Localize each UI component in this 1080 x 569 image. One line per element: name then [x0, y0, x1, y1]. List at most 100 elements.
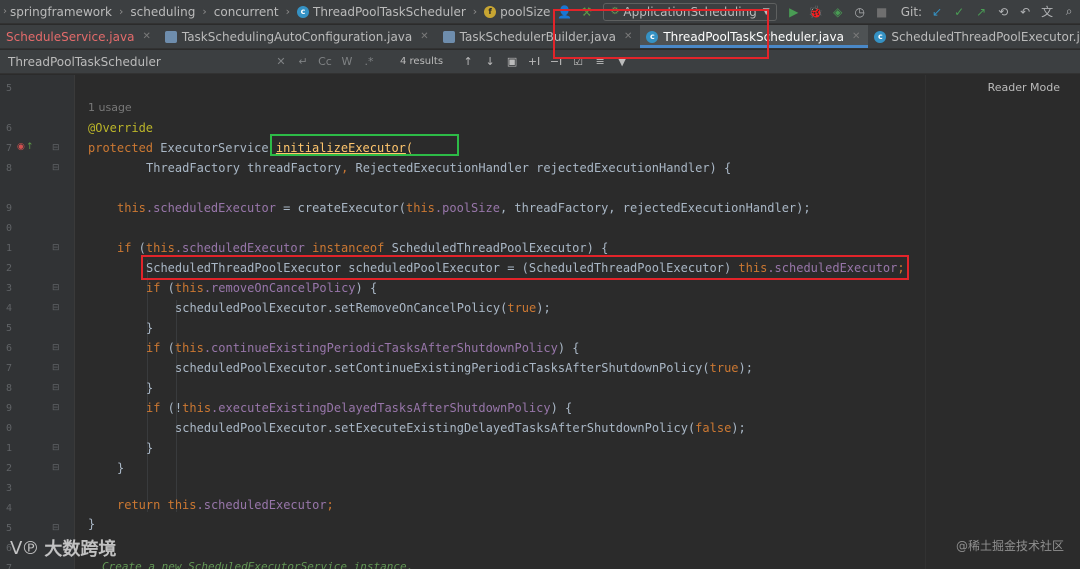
line-number: 7 [5, 363, 12, 374]
param-token: ThreadFactory threadFactory [146, 161, 342, 175]
line-number: 8 [5, 383, 12, 394]
code-token: scheduledPoolExecutor.setContinueExistin… [175, 361, 710, 375]
git-push-icon[interactable]: ↗ [972, 3, 990, 21]
keyword-token: protected [88, 141, 154, 155]
breadcrumb-concurrent[interactable]: concurrent [211, 5, 282, 19]
line-number: 6 [5, 343, 12, 354]
fold-icon[interactable]: ⊟ [52, 363, 60, 373]
editor-gutter: 5 6 7 8 9 0 1 2 3 4 5 6 7 8 9 0 1 2 3 4 … [0, 75, 75, 569]
tab-task-scheduling-auto-configuration[interactable]: TaskSchedulingAutoConfiguration.java ✕ [159, 25, 437, 48]
code-token: ); [738, 361, 753, 375]
keyword-token: if [146, 341, 161, 355]
debug-icon[interactable]: 🐞 [807, 3, 825, 21]
git-update-icon[interactable]: ↙ [928, 3, 946, 21]
open-in-window-icon[interactable]: ▣ [501, 55, 523, 68]
keyword-token: true [507, 301, 537, 315]
line-number: 3 [5, 283, 12, 294]
editor-tabs: ScheduleService.java ✕ TaskSchedulingAuto… [0, 25, 1080, 49]
close-icon[interactable]: ✕ [420, 31, 428, 42]
tab-label: ScheduledThreadPoolExecutor.java [891, 29, 1080, 44]
override-marker-icon[interactable]: ◉ [17, 142, 25, 152]
fold-icon[interactable]: ⊟ [52, 343, 60, 353]
brace-token: } [146, 321, 154, 335]
fold-icon[interactable]: ⊟ [52, 443, 60, 453]
tab-schedule-service[interactable]: ScheduleService.java ✕ [0, 25, 159, 48]
brand-logo-icon: ᐯ℗ [10, 537, 39, 559]
field-token: .executeExistingDelayedTasksAfterShutdow… [211, 401, 551, 415]
code-editor[interactable]: 5 6 7 8 9 0 1 2 3 4 5 6 7 8 9 0 1 2 3 4 … [0, 75, 925, 569]
fold-icon[interactable]: ⊟ [52, 243, 60, 253]
line-number: 2 [5, 263, 12, 274]
keyword-token: if [146, 401, 161, 415]
nav-arrow-icon: › [3, 6, 7, 17]
usages-hint[interactable]: 1 usage [88, 101, 132, 114]
search-input[interactable]: ThreadPoolTaskScheduler [0, 51, 270, 73]
git-label: Git: [900, 4, 923, 19]
reader-mode-toggle[interactable]: Reader Mode [988, 81, 1060, 94]
stop-icon[interactable]: ■ [873, 3, 891, 21]
fold-icon[interactable]: ⊟ [52, 403, 60, 413]
line-number: 7 [5, 563, 12, 569]
translate-icon[interactable]: 文 [1038, 3, 1056, 21]
breadcrumb-field[interactable]: f poolSize [481, 5, 553, 19]
breadcrumb-class[interactable]: c ThreadPoolTaskScheduler [294, 5, 469, 19]
search-everywhere-icon[interactable]: ⌕ [1060, 3, 1078, 21]
line-number: 7 [5, 143, 12, 154]
code-token: , threadFactory, rejectedExecutionHandle… [499, 201, 811, 215]
keyword-token: false [695, 421, 732, 435]
clear-search-icon[interactable]: ✕ [270, 55, 292, 68]
breadcrumb-springframework[interactable]: › springframework [0, 5, 115, 19]
previous-occurrence-icon[interactable]: ↑ [457, 55, 479, 68]
highlight-box-tab [553, 9, 769, 59]
next-occurrence-icon[interactable]: ↓ [479, 55, 501, 68]
keyword-token: this [406, 201, 435, 215]
tab-label: TaskSchedulingAutoConfiguration.java [181, 29, 413, 44]
breadcrumb-label: ThreadPoolTaskScheduler [313, 4, 466, 19]
code-token: = createExecutor( [275, 201, 406, 215]
history-icon[interactable]: ⟲ [994, 3, 1012, 21]
add-occurrence-icon[interactable]: +I [523, 55, 545, 68]
new-line-icon[interactable]: ↵ [292, 55, 314, 68]
breadcrumb-separator-icon: › [285, 5, 290, 18]
code-token: scheduledPoolExecutor.setRemoveOnCancelP… [175, 301, 508, 315]
match-case-toggle[interactable]: Cc [314, 55, 336, 68]
code-token: ); [536, 301, 551, 315]
close-icon[interactable]: ✕ [142, 31, 150, 42]
breadcrumb-scheduling[interactable]: scheduling [127, 5, 198, 19]
close-icon[interactable]: ✕ [852, 31, 860, 42]
semicolon-token: ; [326, 498, 334, 512]
fold-icon[interactable]: ⊟ [52, 163, 60, 173]
rollback-icon[interactable]: ↶ [1016, 3, 1034, 21]
tab-label: ScheduleService.java [6, 29, 135, 44]
profile-icon[interactable]: ◷ [851, 3, 869, 21]
breadcrumb-separator-icon: › [118, 5, 124, 18]
code-token: ( [131, 241, 146, 255]
code-line-set-execute: scheduledPoolExecutor.setExecuteExisting… [175, 420, 746, 436]
tab-scheduled-thread-pool-executor[interactable]: cScheduledThreadPoolExecutor.java✕ [868, 25, 1080, 48]
field-token: .scheduledExecutor [174, 241, 305, 255]
java-file-icon [442, 30, 455, 43]
fold-icon[interactable]: ⊟ [52, 523, 60, 533]
code-token: ) { [550, 401, 573, 415]
fold-icon[interactable]: ⊟ [52, 463, 60, 473]
bookmark-icon[interactable]: ↑ [26, 142, 34, 152]
fold-icon[interactable]: ⊟ [52, 283, 60, 293]
fold-icon[interactable]: ⊟ [52, 383, 60, 393]
code-line-annotation: @Override [88, 120, 153, 136]
brace-token: } [146, 441, 154, 455]
fold-icon[interactable]: ⊟ [52, 143, 60, 153]
regex-toggle[interactable]: .* [358, 55, 380, 68]
class-icon: c [874, 30, 887, 43]
search-results-count: 4 results [400, 56, 444, 67]
keyword-token: if [146, 281, 161, 295]
keyword-token: if [117, 241, 132, 255]
git-commit-icon[interactable]: ✓ [950, 3, 968, 21]
editor-right-panel: Reader Mode [925, 75, 1080, 569]
field-token: .removeOnCancelPolicy [203, 281, 356, 295]
run-icon[interactable]: ▶ [785, 3, 803, 21]
coverage-icon[interactable]: ◈ [829, 3, 847, 21]
field-token: .poolSize [434, 201, 500, 215]
whole-words-toggle[interactable]: W [336, 55, 358, 68]
type-token: ExecutorService [153, 141, 276, 155]
fold-icon[interactable]: ⊟ [52, 303, 60, 313]
